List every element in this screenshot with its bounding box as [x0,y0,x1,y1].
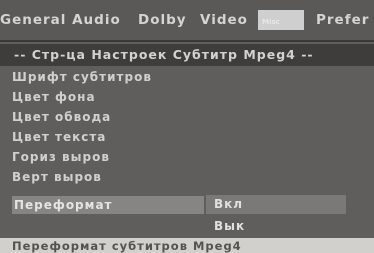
menu-item-vertical-align[interactable]: Верт выров [12,168,102,186]
tab-dolby[interactable]: Dolby [138,9,187,31]
tab-video[interactable]: Video [200,9,248,31]
dvd-setup-screen: General Audio Dolby Video Misc Prefer --… [0,0,374,253]
menu-item-background-color[interactable]: Цвет фона [12,88,96,106]
menu-item-subtitle-font[interactable]: Шрифт субтитров [12,68,152,86]
menu-item-text-color[interactable]: Цвет текста [12,128,106,146]
status-bar: Переформат субтитров Mpeg4 [0,238,374,253]
menu-item-reformat[interactable]: Переформат [12,196,204,214]
tab-misc-label: Misc [262,18,280,26]
tab-general-audio[interactable]: General Audio [0,9,121,31]
menu-item-horizontal-align[interactable]: Гориз выров [12,148,110,166]
page-title: -- Стр-ца Настроек Субтитр Mpeg4 -- [0,44,374,66]
tab-bar: General Audio Dolby Video Misc Prefer [0,0,374,42]
menu-item-outline-color[interactable]: Цвет обвода [12,108,111,126]
tab-preferences[interactable]: Prefer [316,9,369,31]
option-on[interactable]: Вкл [206,195,346,214]
option-off[interactable]: Вык [206,217,346,236]
tab-misc[interactable]: Misc [258,10,304,30]
